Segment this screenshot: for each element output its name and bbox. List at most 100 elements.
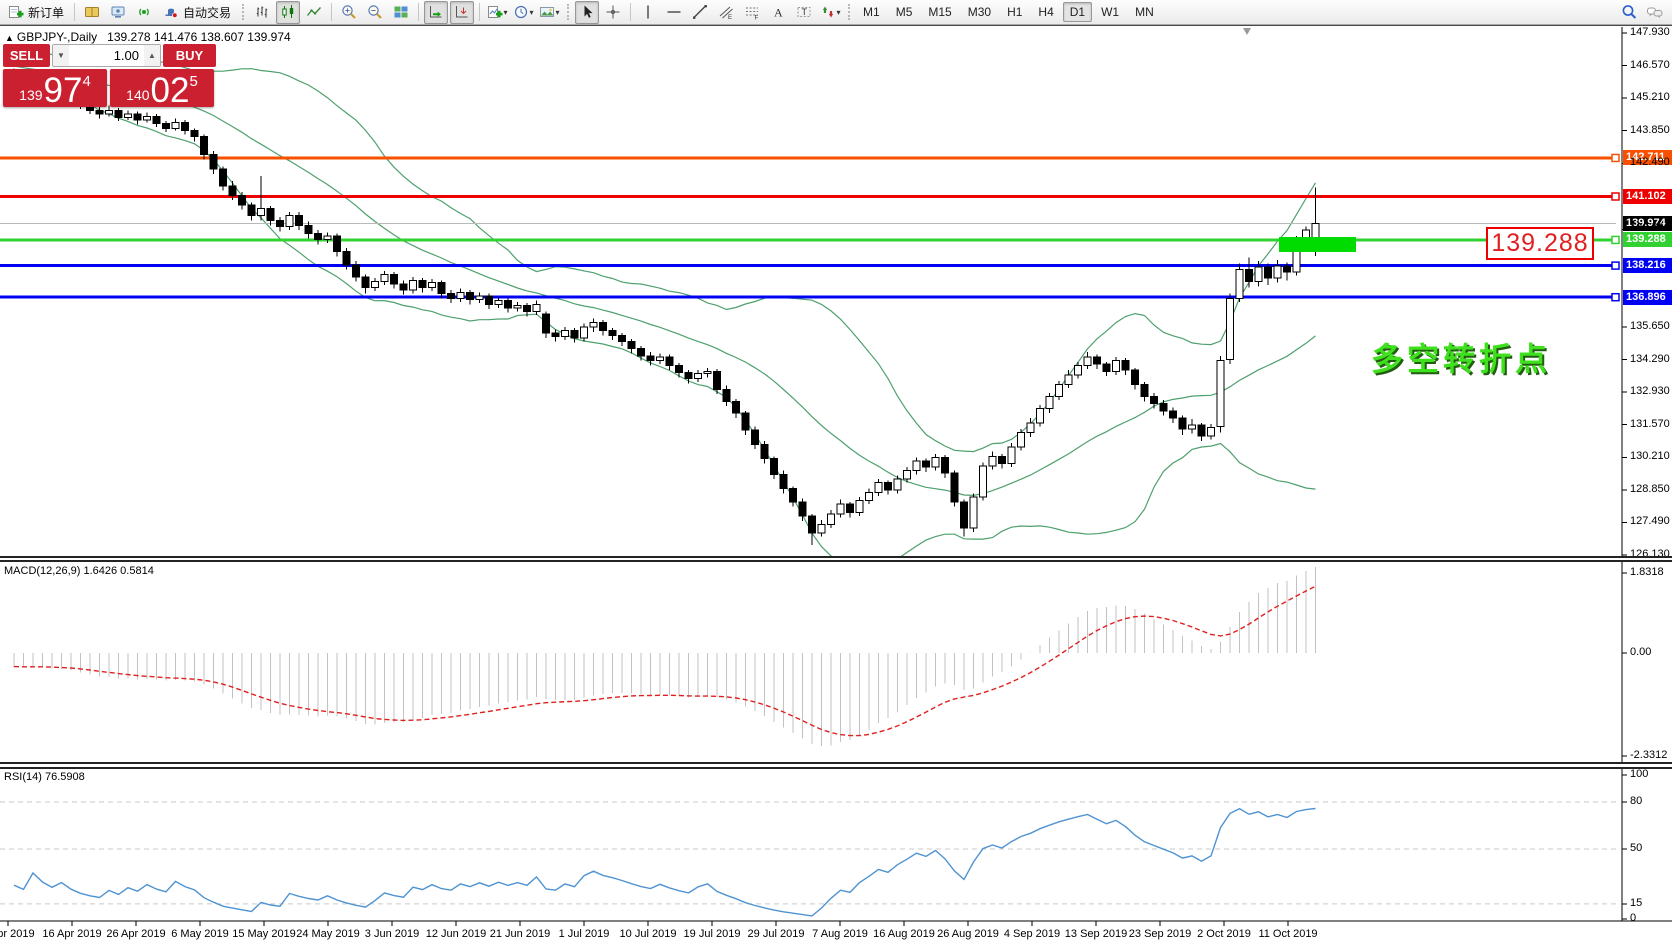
trading-terminal-window: 新订单 自动交易 ▾ ▾ ▾ E F A T ▾ bbox=[0, 0, 1672, 947]
group-handle bbox=[242, 4, 244, 20]
vertical-line-tool-button[interactable] bbox=[636, 1, 660, 24]
timeframe-h1[interactable]: H1 bbox=[1000, 2, 1029, 22]
volume-increase-button[interactable]: ▲ bbox=[144, 45, 160, 66]
toolbar-right bbox=[1616, 0, 1668, 25]
pane-separator-rsi[interactable] bbox=[0, 762, 1672, 769]
chevron-down-icon: ▾ bbox=[530, 8, 534, 17]
clock-icon bbox=[513, 4, 529, 20]
auto-scroll-button[interactable] bbox=[424, 1, 448, 24]
symbol-period-label: GBPJPY-,Daily bbox=[17, 30, 97, 44]
timeframe-mn[interactable]: MN bbox=[1128, 2, 1161, 22]
equidistant-channel-icon: E bbox=[718, 4, 734, 20]
svg-text:F: F bbox=[755, 16, 759, 21]
fibonacci-tool-button[interactable]: F bbox=[740, 1, 764, 24]
indicators-button[interactable]: ▾ bbox=[485, 1, 509, 24]
divider bbox=[479, 3, 480, 21]
sell-price-base: 139 bbox=[19, 87, 42, 103]
timeframe-w1[interactable]: W1 bbox=[1094, 2, 1126, 22]
sell-price-box[interactable]: 139974 bbox=[3, 69, 107, 107]
timeframe-m15[interactable]: M15 bbox=[921, 2, 958, 22]
accounts-button[interactable] bbox=[106, 1, 130, 24]
cursor-tool-button[interactable] bbox=[575, 1, 599, 24]
cursor-icon bbox=[579, 4, 595, 20]
timeframe-m30[interactable]: M30 bbox=[961, 2, 998, 22]
bar-chart-mode-button[interactable] bbox=[250, 1, 274, 24]
svg-text:E: E bbox=[728, 15, 732, 20]
sell-button[interactable]: SELL bbox=[3, 44, 50, 67]
chart-shift-button[interactable] bbox=[450, 1, 474, 24]
buy-button[interactable]: BUY bbox=[163, 44, 216, 67]
journal-button[interactable] bbox=[80, 1, 104, 24]
line-chart-icon bbox=[306, 4, 322, 20]
buy-price-box[interactable]: 140025 bbox=[110, 69, 214, 107]
periods-button[interactable]: ▾ bbox=[511, 1, 535, 24]
autotrade-hat-icon bbox=[163, 4, 179, 20]
divider bbox=[630, 3, 631, 21]
ohlc-values: 139.278 141.476 138.607 139.974 bbox=[107, 30, 291, 44]
group-handle bbox=[848, 4, 850, 20]
tile-windows-button[interactable] bbox=[389, 1, 413, 24]
search-icon bbox=[1621, 4, 1638, 21]
timeframe-m1[interactable]: M1 bbox=[856, 2, 887, 22]
chevron-down-icon: ▾ bbox=[504, 8, 508, 17]
timeframe-m5[interactable]: M5 bbox=[889, 2, 920, 22]
signal-button[interactable] bbox=[132, 1, 156, 24]
turning-point-annotation[interactable]: 多空转折点 bbox=[1371, 334, 1551, 380]
autotrade-button[interactable]: 自动交易 bbox=[158, 1, 236, 24]
text-tool-button[interactable]: A bbox=[766, 1, 790, 24]
price-callout-box[interactable]: 139.288 bbox=[1486, 227, 1594, 260]
horizontal-line-icon bbox=[666, 4, 682, 20]
divider bbox=[418, 3, 419, 21]
indicators-icon bbox=[487, 4, 503, 20]
timeframe-d1[interactable]: D1 bbox=[1063, 2, 1092, 22]
chart-shift-icon bbox=[454, 4, 470, 20]
chart-window-border bbox=[0, 25, 1672, 26]
zoom-in-button[interactable] bbox=[337, 1, 361, 24]
trendline-tool-button[interactable] bbox=[688, 1, 712, 24]
chevron-down-icon: ▾ bbox=[837, 8, 841, 17]
candlestick-icon bbox=[280, 4, 296, 20]
channel-tool-button[interactable]: E bbox=[714, 1, 738, 24]
auto-scroll-icon bbox=[428, 4, 444, 20]
label-tool-button[interactable]: T bbox=[792, 1, 816, 24]
new-order-label: 新订单 bbox=[28, 4, 64, 21]
tile-windows-icon bbox=[393, 4, 409, 20]
chart-canvas[interactable] bbox=[0, 0, 1672, 947]
divider bbox=[74, 3, 75, 21]
candlestick-mode-button[interactable] bbox=[276, 1, 300, 24]
zoom-out-button[interactable] bbox=[363, 1, 387, 24]
collapse-triangle-icon[interactable]: ▲ bbox=[5, 33, 14, 43]
divider bbox=[331, 3, 332, 21]
horizontal-line-tool-button[interactable] bbox=[662, 1, 686, 24]
one-click-trading-panel: SELL ▼ 1.00 ▲ BUY 139974 140025 bbox=[3, 44, 216, 107]
template-icon bbox=[539, 4, 555, 20]
trendline-icon bbox=[692, 4, 708, 20]
crosshair-tool-button[interactable] bbox=[601, 1, 625, 24]
group-handle bbox=[567, 4, 569, 20]
volume-decrease-button[interactable]: ▼ bbox=[53, 45, 69, 66]
pane-separator-macd[interactable] bbox=[0, 556, 1672, 562]
sell-price-point: 4 bbox=[82, 73, 90, 90]
chat-bubbles-icon bbox=[1646, 5, 1664, 21]
line-chart-mode-button[interactable] bbox=[302, 1, 326, 24]
journal-icon bbox=[84, 4, 100, 20]
signal-icon bbox=[136, 4, 152, 20]
arrows-icon bbox=[820, 4, 836, 20]
volume-input[interactable]: 1.00 bbox=[69, 45, 144, 66]
shapes-tool-button[interactable]: ▾ bbox=[818, 1, 842, 24]
chart-title: ▲GBPJPY-,Daily 139.278 141.476 138.607 13… bbox=[5, 30, 291, 44]
fibonacci-icon: F bbox=[744, 4, 760, 20]
macd-indicator-label: MACD(12,26,9) 1.6426 0.5814 bbox=[4, 565, 154, 577]
search-button[interactable] bbox=[1617, 1, 1641, 24]
new-order-button[interactable]: 新订单 bbox=[3, 1, 69, 24]
buy-price-base: 140 bbox=[126, 87, 149, 103]
sell-price-pips: 97 bbox=[44, 74, 83, 107]
templates-button[interactable]: ▾ bbox=[537, 1, 561, 24]
text-icon: A bbox=[770, 4, 786, 20]
text-label-icon: T bbox=[796, 4, 812, 20]
toolbar: 新订单 自动交易 ▾ ▾ ▾ E F A T ▾ bbox=[0, 0, 1672, 25]
timeframe-h4[interactable]: H4 bbox=[1031, 2, 1060, 22]
chat-button[interactable] bbox=[1643, 1, 1667, 24]
volume-stepper: ▼ 1.00 ▲ bbox=[52, 44, 161, 67]
crosshair-icon bbox=[605, 4, 621, 20]
